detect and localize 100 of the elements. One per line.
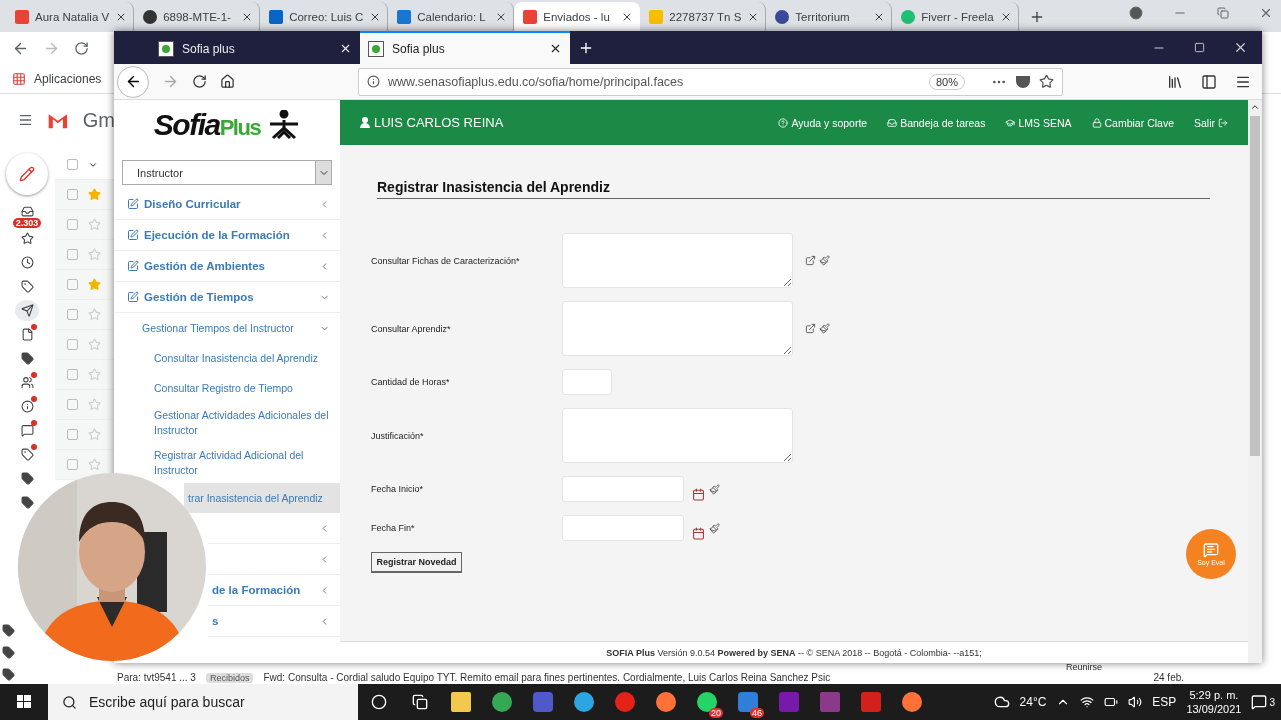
nav-item[interactable] — [0, 666, 17, 682]
checkbox[interactable] — [67, 429, 78, 440]
cortana-icon[interactable] — [370, 694, 387, 710]
nav-item[interactable] — [15, 300, 39, 321]
checkbox[interactable] — [67, 219, 78, 230]
tag-icon — [2, 623, 15, 637]
clock-icon — [20, 256, 34, 269]
close-icon[interactable] — [1233, 40, 1248, 55]
bookmark-link[interactable]: Aplicaciones — [34, 71, 102, 86]
battery-icon[interactable] — [1104, 695, 1119, 709]
chat-icon — [20, 424, 34, 437]
back-button[interactable] — [117, 65, 149, 98]
input-field[interactable] — [562, 369, 612, 395]
reload-icon[interactable] — [192, 74, 207, 89]
popup-icon[interactable] — [805, 323, 816, 334]
notification-dot — [31, 396, 37, 402]
notification-button[interactable]: 3 — [1251, 694, 1275, 710]
info-icon[interactable] — [367, 75, 380, 88]
app-title: Gm — [82, 108, 115, 132]
checkbox[interactable] — [67, 339, 78, 350]
scroll-thumb[interactable] — [1250, 116, 1260, 456]
reload-icon[interactable] — [74, 40, 89, 56]
clock[interactable]: 5:29 p. m. 13/09/2021 — [1186, 688, 1242, 716]
inbox-icon — [20, 205, 34, 218]
header-link[interactable]: Cambiar Clave — [1091, 116, 1174, 129]
browser-tab[interactable]: Sofia plus — [150, 31, 360, 64]
address-bar[interactable]: www.senasofiaplus.edu.co/sofia/home/principal.faces 80% — [358, 67, 1063, 96]
home-icon[interactable] — [220, 74, 235, 89]
compose-button[interactable] — [6, 153, 48, 195]
notification-dot — [31, 444, 37, 450]
calendar-icon[interactable] — [692, 487, 705, 501]
app-icon[interactable] — [491, 692, 512, 712]
scroll-up-icon[interactable] — [1250, 102, 1260, 112]
broom-icon[interactable] — [819, 323, 830, 334]
maximize-icon[interactable] — [1194, 42, 1205, 53]
role-select[interactable]: Instructor — [122, 160, 332, 185]
app-icon[interactable] — [696, 692, 717, 712]
header-link[interactable]: Salir — [1194, 116, 1228, 129]
language-indicator[interactable]: ESP — [1152, 695, 1177, 709]
checkbox[interactable] — [67, 159, 78, 170]
pocket-icon[interactable] — [1015, 74, 1031, 89]
count-badge: 46 — [750, 708, 764, 718]
popup-icon[interactable] — [805, 255, 816, 266]
favicon-icon — [143, 10, 158, 24]
nav-item[interactable]: 2.303 — [15, 204, 39, 225]
site-logo: SofiaPlus — [153, 108, 261, 142]
calendar-icon[interactable] — [692, 526, 705, 540]
nav-item[interactable] — [0, 644, 17, 660]
mail-subject: Fwd: Consulta - Cordial saludo Equipo TYT. Remito email para fines pertinentes. Cordialmente, Luis Carlos Reina Sanchez Psic — [263, 672, 832, 683]
date-field[interactable] — [562, 476, 684, 502]
scrollbar[interactable] — [1248, 100, 1262, 663]
favicon-icon — [15, 10, 29, 24]
app-icon[interactable] — [450, 692, 471, 712]
browser-tab[interactable]: Sofia plus — [360, 31, 570, 64]
star-icon[interactable] — [88, 188, 101, 201]
checkbox[interactable] — [67, 459, 78, 470]
broom-icon[interactable] — [709, 483, 720, 495]
chat-icon — [1203, 542, 1219, 558]
browser-tab[interactable]: Enviados - lu — [514, 2, 641, 32]
nav-item[interactable] — [0, 622, 17, 638]
app-icon[interactable] — [901, 692, 922, 712]
app-icon[interactable] — [655, 692, 676, 712]
wifi-icon[interactable] — [1080, 695, 1095, 709]
submit-button[interactable]: Registrar Novedad — [371, 552, 462, 573]
header-link[interactable]: Bandeja de tareas — [887, 116, 986, 129]
favicon-icon — [901, 10, 916, 24]
restore-icon[interactable] — [1217, 7, 1229, 19]
user-icon — [360, 117, 370, 128]
header-link[interactable]: Ayuda y soporte — [778, 116, 868, 129]
library-icon[interactable] — [1167, 73, 1183, 90]
form-title: Registrar Inasistencia del Aprendiz — [377, 179, 1210, 199]
broom-icon[interactable] — [819, 255, 830, 266]
date-field[interactable] — [562, 515, 684, 541]
menu-item[interactable]: trar Inasistencia del Aprendiz — [184, 483, 340, 513]
checkbox[interactable] — [67, 399, 78, 410]
sidebar-icon[interactable] — [1201, 73, 1217, 90]
task-view-icon[interactable] — [411, 694, 428, 710]
checkbox[interactable] — [67, 249, 78, 260]
broom-icon[interactable] — [709, 522, 720, 534]
volume-icon[interactable] — [1128, 695, 1143, 709]
tag-icon — [20, 496, 34, 509]
checkbox[interactable] — [67, 189, 78, 200]
checkbox[interactable] — [67, 369, 78, 380]
search-field[interactable]: Escribe aquí para buscar — [48, 684, 358, 720]
star-icon[interactable] — [1039, 74, 1054, 89]
tag-icon — [2, 645, 15, 659]
close-icon[interactable] — [549, 42, 562, 55]
star-icon[interactable] — [88, 278, 101, 291]
side-panel-text: Reunirse — [1066, 663, 1103, 672]
favicon-icon — [649, 10, 664, 24]
checkbox[interactable] — [67, 279, 78, 290]
checkbox[interactable] — [67, 309, 78, 320]
field-label: Consultar Aprendiz* — [371, 323, 452, 334]
close-icon[interactable] — [339, 42, 352, 55]
notification-dot — [31, 420, 37, 426]
app-icon[interactable] — [573, 692, 594, 712]
apps-grid-icon[interactable] — [12, 71, 26, 86]
profile-icon[interactable] — [1129, 6, 1143, 20]
header-link[interactable]: LMS SENA — [1005, 116, 1072, 129]
user-name: LUIS CARLOS REINA — [360, 115, 504, 130]
